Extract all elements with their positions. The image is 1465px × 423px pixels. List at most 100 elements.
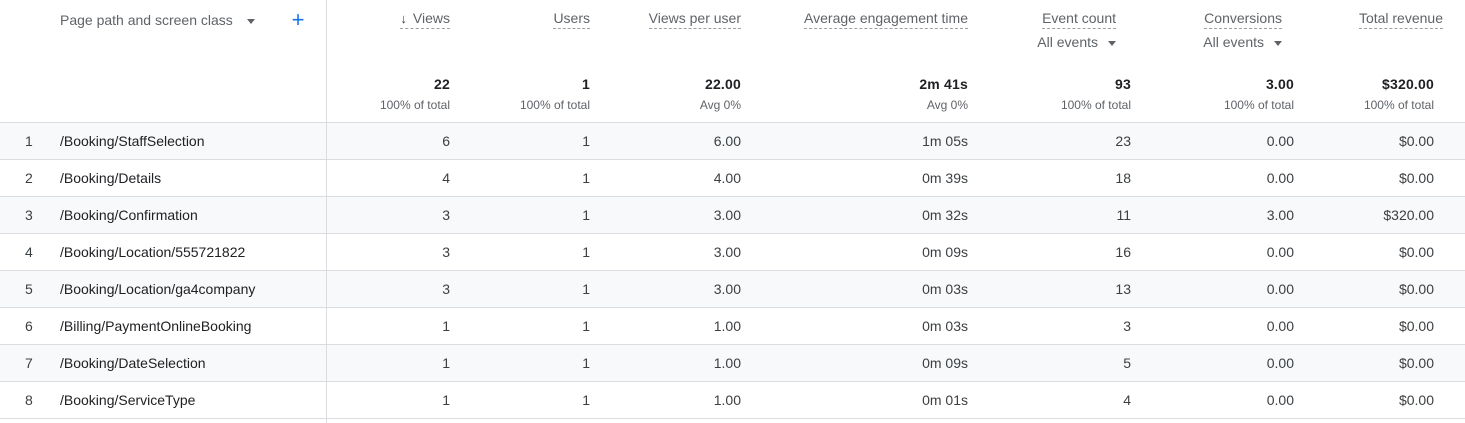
row-index: 1 xyxy=(25,133,33,149)
cell-event-count: 5 xyxy=(1123,355,1131,371)
cell-users: 1 xyxy=(582,244,590,260)
column-header-views[interactable]: ↓ Views xyxy=(400,10,450,29)
table-header: Page path and screen class + ↓ Views User… xyxy=(0,0,1465,123)
event-filter-dropdown[interactable]: All events xyxy=(1037,34,1116,50)
chevron-down-icon[interactable] xyxy=(1108,40,1116,46)
cell-average-engagement-time: 0m 09s xyxy=(922,244,968,260)
cell-views: 3 xyxy=(442,281,450,297)
total-users: 1 100% of total xyxy=(520,76,590,112)
cell-event-count: 13 xyxy=(1115,281,1131,297)
chevron-down-icon[interactable] xyxy=(1274,40,1282,46)
table-row[interactable]: 5 /Booking/Location/ga4company 3 1 3.00 … xyxy=(0,271,1465,308)
total-value: 3.00 xyxy=(1265,76,1294,92)
cell-event-count: 4 xyxy=(1123,392,1131,408)
total-views-per-user: 22.00 Avg 0% xyxy=(700,76,741,112)
cell-views: 4 xyxy=(442,170,450,186)
column-label: Views per user xyxy=(648,10,741,29)
cell-average-engagement-time: 0m 09s xyxy=(922,355,968,371)
column-header-total-revenue[interactable]: Total revenue xyxy=(1358,10,1443,29)
page-path: /Booking/DateSelection xyxy=(60,355,206,371)
column-label: Views xyxy=(412,10,450,26)
total-value: 93 xyxy=(1115,76,1131,92)
cell-views-per-user: 3.00 xyxy=(713,207,741,223)
cell-views: 3 xyxy=(442,244,450,260)
column-header-average-engagement-time[interactable]: Average engagement time xyxy=(804,10,968,29)
row-index: 3 xyxy=(25,207,33,223)
conversion-filter-dropdown[interactable]: All events xyxy=(1203,34,1282,50)
cell-views-per-user: 1.00 xyxy=(713,318,741,334)
cell-views-per-user: 4.00 xyxy=(713,170,741,186)
total-value: 2m 41s xyxy=(919,76,968,92)
page-path: /Booking/ServiceType xyxy=(60,392,196,408)
dimension-label: Page path and screen class xyxy=(60,12,233,28)
add-dimension-button[interactable]: + xyxy=(289,8,307,32)
cell-users: 1 xyxy=(582,281,590,297)
cell-users: 1 xyxy=(582,207,590,223)
table-row[interactable]: 7 /Booking/DateSelection 1 1 1.00 0m 09s… xyxy=(0,345,1465,382)
cell-conversions: 0.00 xyxy=(1266,170,1294,186)
page-path: /Billing/PaymentOnlineBooking xyxy=(60,318,252,334)
table-row[interactable]: 3 /Booking/Confirmation 3 1 3.00 0m 32s … xyxy=(0,197,1465,234)
page-path: /Booking/Confirmation xyxy=(60,207,198,223)
cell-views: 3 xyxy=(442,207,450,223)
page-path: /Booking/Location/ga4company xyxy=(60,281,256,297)
dimension-selector[interactable]: Page path and screen class xyxy=(60,12,255,28)
total-revenue: $320.00 100% of total xyxy=(1364,76,1434,112)
row-index: 4 xyxy=(25,244,33,260)
cell-conversions: 0.00 xyxy=(1266,244,1294,260)
table-row[interactable]: 8 /Booking/ServiceType 1 1 1.00 0m 01s 4… xyxy=(0,382,1465,419)
column-header-users[interactable]: Users xyxy=(553,10,590,29)
cell-conversions: 0.00 xyxy=(1266,355,1294,371)
total-value: 22.00 xyxy=(704,76,741,92)
cell-average-engagement-time: 0m 32s xyxy=(922,207,968,223)
column-label: Users xyxy=(553,10,590,29)
table-body: 1 /Booking/StaffSelection 6 1 6.00 1m 05… xyxy=(0,123,1465,419)
total-sub: 100% of total xyxy=(1363,98,1434,112)
cell-average-engagement-time: 0m 01s xyxy=(922,392,968,408)
table-row[interactable]: 4 /Booking/Location/555721822 3 1 3.00 0… xyxy=(0,234,1465,271)
sort-descending-icon[interactable]: ↓ xyxy=(400,10,407,27)
column-header-event-count[interactable]: Event count All events xyxy=(1037,10,1116,50)
cell-users: 1 xyxy=(582,133,590,149)
cell-average-engagement-time: 0m 39s xyxy=(922,170,968,186)
column-header-conversions[interactable]: Conversions All events xyxy=(1203,10,1282,50)
cell-users: 1 xyxy=(582,392,590,408)
cell-views-per-user: 1.00 xyxy=(713,392,741,408)
table-row[interactable]: 1 /Booking/StaffSelection 6 1 6.00 1m 05… xyxy=(0,123,1465,160)
cell-conversions: 0.00 xyxy=(1266,133,1294,149)
cell-event-count: 11 xyxy=(1116,207,1131,223)
page-path: /Booking/Location/555721822 xyxy=(60,244,246,260)
cell-users: 1 xyxy=(582,170,590,186)
page-path: /Booking/Details xyxy=(60,170,162,186)
cell-total-revenue: $320.00 xyxy=(1383,207,1434,223)
column-header-views-per-user[interactable]: Views per user xyxy=(648,10,741,29)
cell-users: 1 xyxy=(582,318,590,334)
column-label: Conversions xyxy=(1204,10,1282,29)
cell-event-count: 18 xyxy=(1115,170,1131,186)
cell-total-revenue: $0.00 xyxy=(1398,170,1434,186)
cell-conversions: 0.00 xyxy=(1266,281,1294,297)
total-sub: 100% of total xyxy=(519,98,590,112)
cell-conversions: 0.00 xyxy=(1266,318,1294,334)
event-filter-value: All events xyxy=(1037,34,1098,50)
cell-event-count: 3 xyxy=(1123,318,1131,334)
cell-views: 1 xyxy=(442,318,450,334)
total-value: 1 xyxy=(582,76,590,92)
total-value: $320.00 xyxy=(1381,76,1434,92)
cell-event-count: 16 xyxy=(1115,244,1131,260)
cell-conversions: 0.00 xyxy=(1266,392,1294,408)
column-label: Average engagement time xyxy=(804,10,968,29)
cell-total-revenue: $0.00 xyxy=(1398,133,1434,149)
table-row[interactable]: 2 /Booking/Details 4 1 4.00 0m 39s 18 0.… xyxy=(0,160,1465,197)
column-label: Total revenue xyxy=(1358,10,1443,29)
chevron-down-icon[interactable] xyxy=(246,18,255,24)
cell-views-per-user: 3.00 xyxy=(713,281,741,297)
cell-users: 1 xyxy=(582,355,590,371)
row-index: 7 xyxy=(25,355,33,371)
cell-total-revenue: $0.00 xyxy=(1398,392,1434,408)
cell-total-revenue: $0.00 xyxy=(1398,318,1434,334)
total-value: 22 xyxy=(434,76,450,92)
table-row[interactable]: 6 /Billing/PaymentOnlineBooking 1 1 1.00… xyxy=(0,308,1465,345)
total-sub: Avg 0% xyxy=(699,98,741,112)
cell-average-engagement-time: 1m 05s xyxy=(922,133,968,149)
